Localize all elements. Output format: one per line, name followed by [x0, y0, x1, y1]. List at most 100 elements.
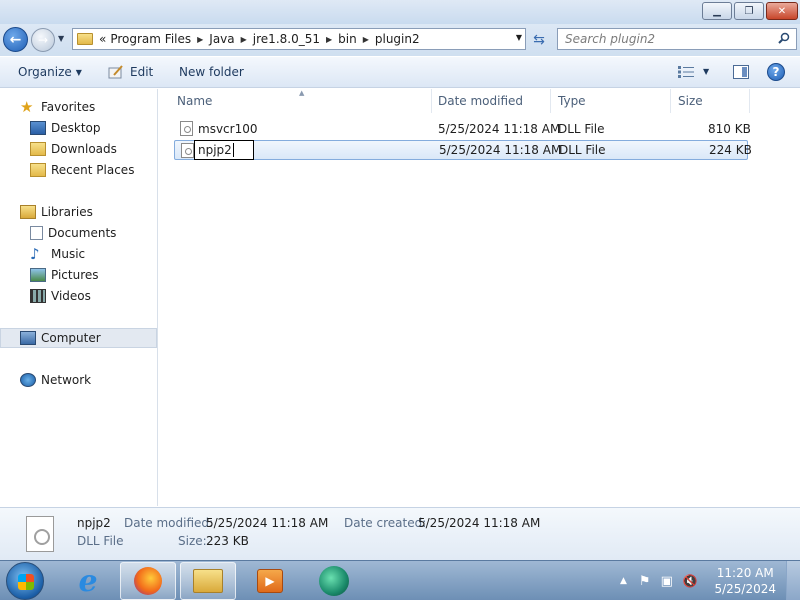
media-player-button[interactable]: ▶: [242, 562, 298, 600]
file-name: msvcr100: [198, 122, 258, 136]
column-header-type[interactable]: Type: [550, 89, 671, 113]
desktop-icon: [30, 121, 46, 135]
navigation-bar: ← → ▼ « Program Files ▶ Java ▶ jre1.8.0_…: [0, 24, 800, 56]
breadcrumb-plugin2[interactable]: plugin2: [375, 32, 420, 46]
close-button[interactable]: ✕: [766, 2, 798, 20]
system-tray: ▲ ⚑ ▣ 🔇: [620, 561, 698, 600]
network-tray-icon[interactable]: ▣: [661, 574, 673, 589]
sidebar-item-desktop[interactable]: Desktop: [30, 118, 157, 138]
volume-muted-icon[interactable]: 🔇: [683, 574, 698, 588]
rename-input[interactable]: npjp2: [194, 140, 254, 160]
change-view-icon[interactable]: [678, 66, 694, 78]
details-date-modified-label: Date modified:: [124, 516, 214, 530]
help-icon[interactable]: ?: [767, 63, 785, 81]
edit-label: Edit: [130, 65, 154, 79]
details-date-modified: 5/25/2024 11:18 AM: [206, 516, 329, 530]
start-button[interactable]: [6, 562, 44, 600]
clock[interactable]: 11:20 AM 5/25/2024: [714, 565, 776, 597]
sidebar-item-libraries[interactable]: Libraries: [20, 202, 157, 222]
search-icon[interactable]: [778, 32, 790, 44]
file-date: 5/25/2024 11:18 AM: [439, 143, 562, 157]
minimize-button[interactable]: ▁: [702, 2, 732, 20]
firefox-button[interactable]: [120, 562, 176, 600]
column-header-date-modified[interactable]: Date modified: [430, 89, 551, 113]
recent-pages-dropdown[interactable]: ▼: [58, 34, 68, 46]
internet-explorer-icon: e: [78, 563, 98, 599]
breadcrumb-bin[interactable]: bin: [338, 32, 357, 46]
sidebar-item-videos[interactable]: Videos: [30, 286, 157, 306]
sidebar-item-label: Videos: [51, 289, 91, 303]
details-pane: npjp2 DLL File Date modified: 5/25/2024 …: [0, 507, 800, 560]
file-size: 224 KB: [709, 143, 752, 157]
dll-file-large-icon: [26, 516, 54, 552]
sidebar-item-label: Documents: [48, 226, 117, 240]
column-header-size[interactable]: Size: [670, 89, 750, 113]
column-header-label: Date modified: [438, 94, 524, 108]
sidebar-item-label: Network: [41, 373, 92, 387]
app-button[interactable]: [306, 562, 362, 600]
sidebar-item-documents[interactable]: Documents: [30, 223, 157, 243]
table-row[interactable]: msvcr100 5/25/2024 11:18 AM DLL File 810…: [174, 119, 751, 139]
organize-label: Organize: [18, 65, 72, 79]
sidebar-item-pictures[interactable]: Pictures: [30, 265, 157, 285]
rename-text: npjp2: [198, 143, 232, 157]
new-folder-button[interactable]: New folder: [179, 65, 244, 79]
file-explorer-button[interactable]: [180, 562, 236, 600]
back-button[interactable]: ←: [3, 27, 28, 52]
sidebar-item-music[interactable]: ♪ Music: [30, 244, 157, 264]
breadcrumb-java[interactable]: Java: [209, 32, 234, 46]
breadcrumb-arrow-icon[interactable]: ▶: [326, 35, 332, 44]
sidebar-item-label: Desktop: [51, 121, 101, 135]
sidebar-item-label: Computer: [41, 331, 101, 345]
sidebar-item-favorites[interactable]: ★ Favorites: [20, 97, 157, 117]
sidebar-item-downloads[interactable]: Downloads: [30, 139, 157, 159]
recent-places-icon: [30, 163, 46, 177]
search-box: [557, 28, 797, 50]
sidebar-item-label: Downloads: [51, 142, 117, 156]
downloads-folder-icon: [30, 142, 46, 156]
title-bar: ▁ ❐ ✕: [0, 0, 800, 24]
address-dropdown-icon[interactable]: ▼: [516, 33, 522, 42]
column-header-name[interactable]: Name: [169, 89, 432, 113]
app-icon: [319, 566, 349, 596]
file-date: 5/25/2024 11:18 AM: [438, 122, 561, 136]
dll-file-icon: [181, 143, 194, 158]
sidebar-item-network[interactable]: Network: [20, 370, 157, 390]
breadcrumb-arrow-icon[interactable]: ▶: [363, 35, 369, 44]
details-file-name: npjp2: [77, 516, 111, 530]
show-hidden-icons-icon[interactable]: ▲: [620, 576, 627, 586]
music-icon: ♪: [30, 245, 40, 263]
details-date-created-label: Date created:: [344, 516, 427, 530]
search-input[interactable]: [565, 32, 765, 46]
edit-button[interactable]: Edit: [108, 65, 153, 79]
folder-icon: [77, 33, 93, 45]
table-row[interactable]: npjp2 5/25/2024 11:18 AM DLL File 224 KB: [174, 140, 752, 160]
breadcrumb-jre[interactable]: jre1.8.0_51: [253, 32, 320, 46]
libraries-icon: [20, 205, 36, 219]
sidebar-item-computer[interactable]: Computer: [0, 328, 157, 348]
preview-pane-icon[interactable]: [733, 65, 749, 79]
back-arrow-icon: ←: [9, 31, 22, 48]
sidebar-item-label: Music: [51, 247, 86, 261]
forward-arrow-icon: →: [37, 33, 49, 47]
organize-button[interactable]: Organize ▼: [18, 65, 82, 79]
internet-explorer-button[interactable]: e: [60, 562, 116, 600]
file-type: DLL File: [559, 143, 606, 157]
details-date-created: 5/25/2024 11:18 AM: [418, 516, 541, 530]
sidebar-item-label: Libraries: [41, 205, 93, 219]
videos-icon: [30, 289, 46, 303]
views-dropdown-icon[interactable]: ▼: [703, 67, 709, 76]
sidebar-item-recent-places[interactable]: Recent Places: [30, 160, 157, 180]
forward-button[interactable]: →: [31, 28, 55, 52]
breadcrumb-arrow-icon[interactable]: ▶: [197, 35, 203, 44]
pictures-icon: [30, 268, 46, 282]
breadcrumb-program-files[interactable]: Program Files: [110, 32, 191, 46]
maximize-button[interactable]: ❐: [734, 2, 764, 20]
address-overflow[interactable]: «: [99, 32, 106, 46]
action-center-flag-icon[interactable]: ⚑: [639, 574, 651, 589]
column-header-label: Size: [678, 94, 703, 108]
refresh-button[interactable]: ⇆: [528, 30, 550, 50]
breadcrumb-arrow-icon[interactable]: ▶: [241, 35, 247, 44]
address-bar[interactable]: « Program Files ▶ Java ▶ jre1.8.0_51 ▶ b…: [72, 28, 526, 50]
show-desktop-button[interactable]: [786, 561, 800, 600]
